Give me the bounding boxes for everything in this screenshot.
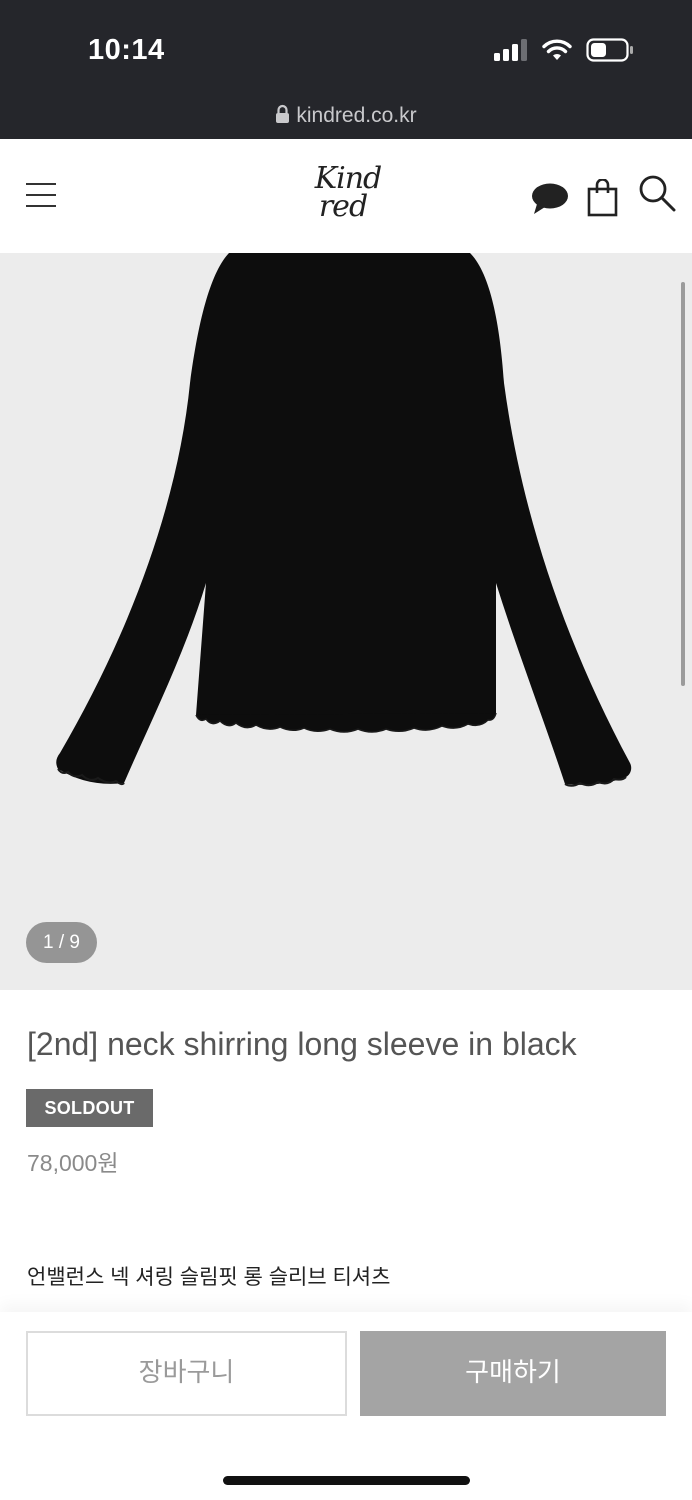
soldout-badge: SOLDOUT	[26, 1089, 153, 1127]
chat-icon[interactable]	[531, 183, 569, 215]
status-bar: 10:14 kindred.co.kr	[0, 0, 692, 139]
menu-icon[interactable]	[26, 183, 56, 207]
action-bar: 장바구니 구매하기	[0, 1312, 692, 1500]
status-icons	[494, 38, 634, 62]
product-description: 언밸런스 넥 셔링 슬림핏 롱 슬리브 티셔츠	[27, 1266, 391, 1289]
product-title: [2nd] neck shirring long sleeve in black	[27, 1026, 577, 1062]
logo[interactable]: Kind red	[310, 164, 383, 227]
add-to-cart-button[interactable]: 장바구니	[26, 1331, 347, 1416]
url-bar[interactable]: kindred.co.kr	[0, 104, 692, 128]
logo-line-2: red	[318, 189, 368, 224]
wifi-icon	[542, 39, 572, 60]
buy-now-button[interactable]: 구매하기	[360, 1331, 666, 1416]
battery-icon	[586, 38, 633, 62]
page-scrollbar[interactable]	[681, 282, 685, 686]
lock-icon	[276, 104, 290, 123]
search-icon[interactable]	[638, 174, 676, 212]
product-image[interactable]	[0, 253, 692, 990]
image-counter: 1 / 9	[26, 922, 97, 963]
url-text: kindred.co.kr	[296, 104, 417, 127]
status-time: 10:14	[88, 34, 165, 66]
long-sleeve-shirt-image	[56, 253, 632, 787]
site-header: Kind red	[0, 139, 692, 253]
signal-icon	[494, 39, 527, 61]
product-price: 78,000원	[27, 1150, 119, 1176]
home-indicator[interactable]	[223, 1476, 470, 1485]
shopping-bag-icon[interactable]	[587, 179, 619, 217]
